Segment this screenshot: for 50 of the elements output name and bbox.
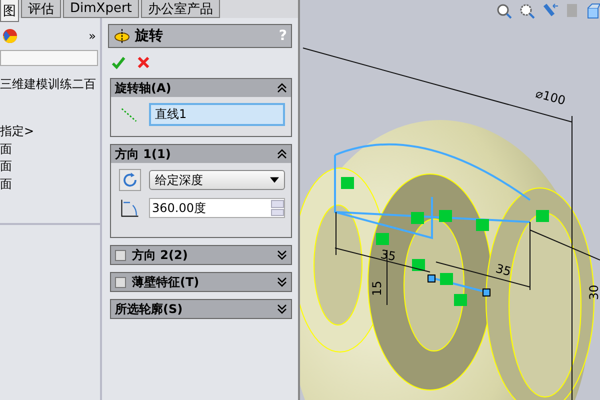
angle-icon bbox=[119, 197, 141, 219]
dimension-label: 35 bbox=[379, 247, 397, 264]
tab[interactable]: DimXpert bbox=[63, 0, 139, 18]
section-title: 方向 2(2) bbox=[132, 246, 189, 264]
zoom-to-fit-icon[interactable] bbox=[497, 4, 512, 19]
collapse-icon[interactable] bbox=[277, 149, 287, 159]
dimension-label: ⌀100 bbox=[534, 86, 567, 108]
section-title: 旋转轴(A) bbox=[115, 80, 172, 96]
zoom-area-icon[interactable] bbox=[520, 4, 535, 19]
section-title: 所选轮廓(S) bbox=[115, 300, 184, 318]
checkbox[interactable] bbox=[115, 276, 126, 288]
spin-buttons[interactable] bbox=[271, 200, 284, 216]
end-condition-dropdown[interactable]: 给定深度 bbox=[149, 170, 285, 190]
dimension-label: 35 bbox=[494, 261, 513, 279]
expand-icon[interactable] bbox=[277, 250, 287, 260]
reverse-direction-button[interactable] bbox=[119, 169, 141, 191]
angle-field[interactable]: 360.00度 bbox=[149, 198, 285, 218]
dropdown-arrow-icon bbox=[270, 177, 279, 183]
tree-item[interactable]: 指定> bbox=[0, 123, 100, 140]
globe-icon[interactable] bbox=[2, 28, 18, 44]
cube-icon[interactable] bbox=[588, 4, 600, 18]
filter-field[interactable] bbox=[0, 50, 98, 66]
section-header[interactable]: 薄壁特征(T) bbox=[111, 273, 291, 291]
tree-item[interactable]: 面 bbox=[0, 140, 100, 158]
checkmark-icon[interactable] bbox=[111, 55, 126, 70]
tab[interactable]: 评估 bbox=[21, 0, 61, 18]
axis-field[interactable]: 直线1 bbox=[149, 103, 285, 126]
expand-icon[interactable] bbox=[277, 304, 287, 314]
line-icon bbox=[119, 106, 139, 124]
section-header[interactable]: 所选轮廓(S) bbox=[111, 300, 291, 318]
section-title: 薄壁特征(T) bbox=[132, 274, 200, 290]
checkbox[interactable] bbox=[115, 250, 126, 260]
section-header[interactable]: 方向 2(2) bbox=[111, 246, 291, 264]
section-header[interactable]: 旋转轴(A) bbox=[111, 79, 291, 97]
expand-toggle[interactable]: » bbox=[88, 29, 96, 43]
section-title: 方向 1(1) bbox=[115, 146, 172, 162]
close-icon[interactable] bbox=[136, 55, 151, 70]
dimension-label: 30 bbox=[587, 284, 600, 300]
section-header[interactable]: 方向 1(1) bbox=[111, 145, 291, 163]
expand-icon[interactable] bbox=[277, 277, 287, 287]
tab[interactable]: 办公室产品 bbox=[140, 0, 220, 18]
panel-title: 旋转 bbox=[135, 27, 164, 45]
revolve-icon bbox=[113, 29, 131, 43]
tree-item[interactable]: 三维建模训练二百 bbox=[0, 76, 100, 93]
dimension-label: 15 bbox=[370, 280, 384, 296]
tab[interactable]: 图 bbox=[0, 0, 19, 22]
tree-item[interactable]: 面 bbox=[0, 176, 100, 193]
previous-view-icon[interactable] bbox=[543, 4, 558, 16]
tree-item[interactable]: 面 bbox=[0, 158, 100, 176]
collapse-icon[interactable] bbox=[277, 83, 287, 93]
